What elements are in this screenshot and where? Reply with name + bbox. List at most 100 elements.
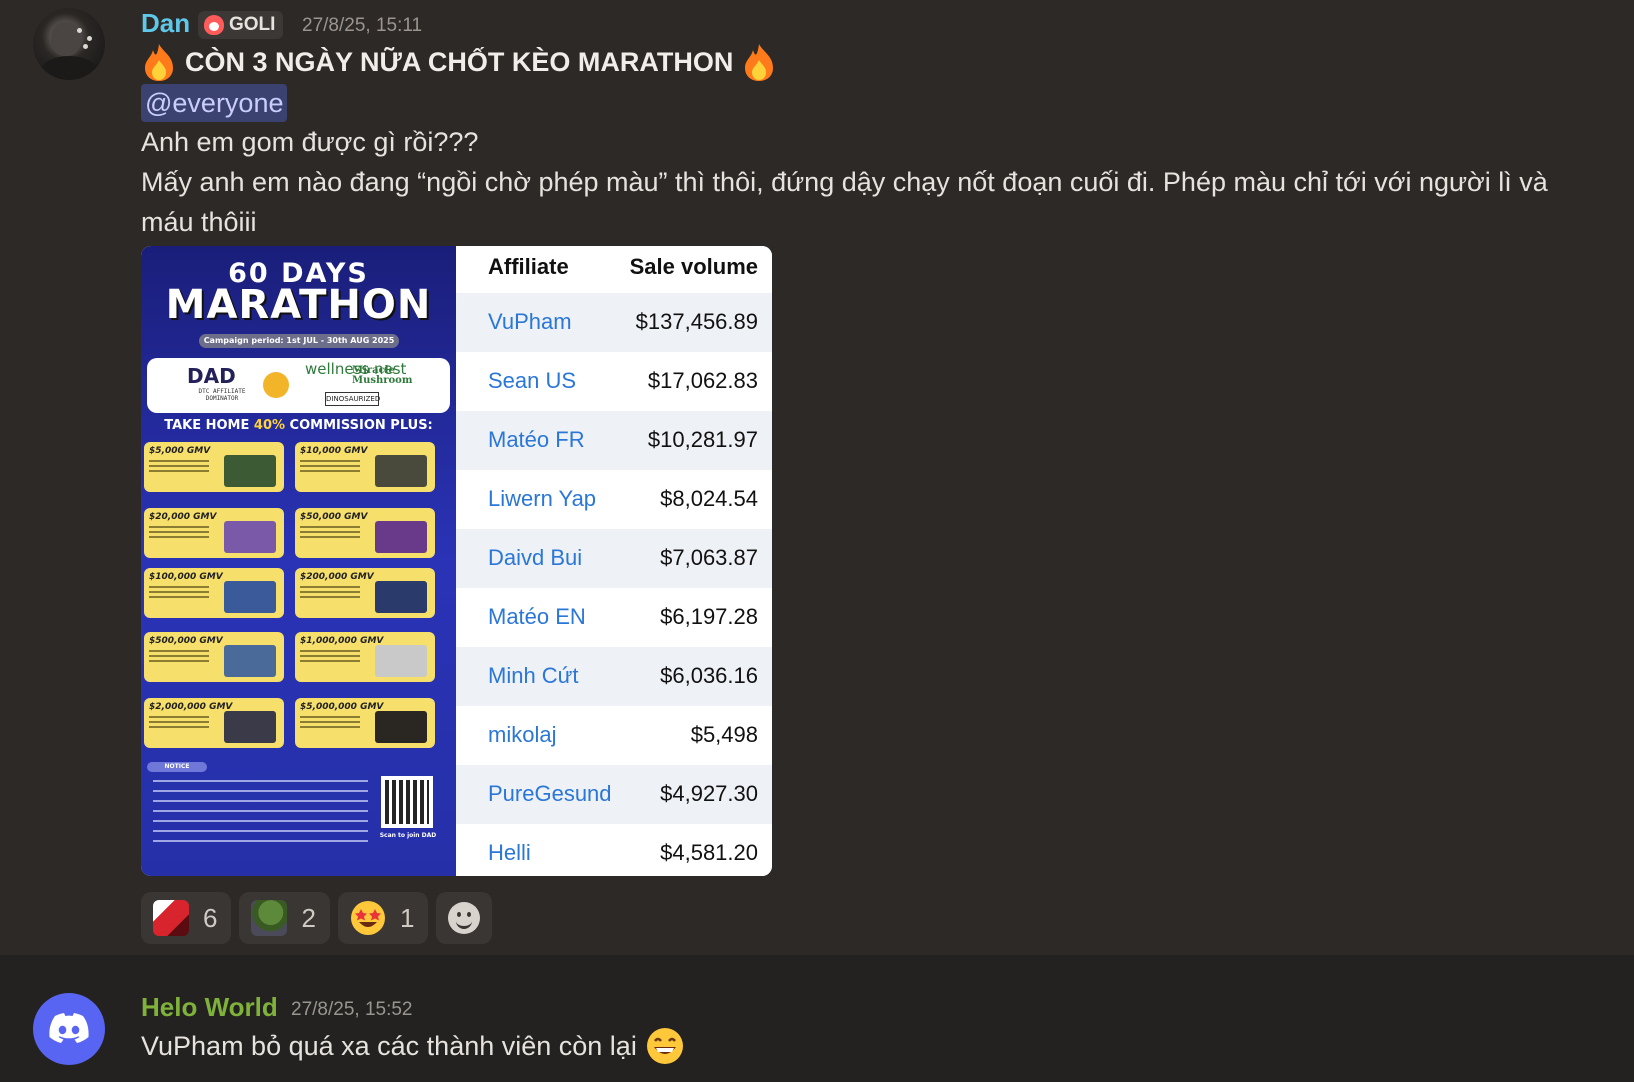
avatar-shoulder (41, 56, 97, 80)
reaction-button[interactable]: 2 (239, 892, 330, 944)
custom-photo-emoji-icon (153, 900, 189, 936)
author-avatar[interactable] (33, 993, 105, 1065)
server-tag[interactable]: GOLI (198, 11, 284, 39)
headline-text: CÒN 3 NGÀY NỮA CHỐT KÈO MARATHON (185, 46, 734, 77)
message-timestamp[interactable]: 27/8/25, 15:52 (291, 999, 413, 1021)
reward-card-lines (149, 716, 209, 718)
reward-products-image (375, 581, 427, 613)
add-reaction-button[interactable] (436, 892, 493, 944)
author-name[interactable]: Dan (141, 8, 190, 39)
fire-emoji-icon (745, 44, 774, 81)
reward-card-lines (300, 716, 360, 718)
poster-notice-label: NOTICE (147, 762, 207, 772)
reward-card: $20,000 GMV (144, 508, 284, 558)
reward-products-image (224, 645, 276, 677)
reward-card: $50,000 GMV (295, 508, 435, 558)
reward-card: $500,000 GMV (144, 632, 284, 682)
message-line-3: máu thôiii (141, 207, 257, 237)
affiliate-name: Liwern Yap (488, 486, 597, 511)
reward-card: $10,000 GMV (295, 442, 435, 492)
table-row: Sean US $17,062.83 (456, 352, 772, 411)
reward-card-title: $10,000 GMV (300, 446, 368, 456)
reward-card-lines (300, 460, 360, 462)
affiliate-name: Matéo FR (488, 427, 585, 452)
affiliate-name: mikolaj (488, 722, 557, 747)
commission-text-a: TAKE HOME (164, 418, 254, 433)
table-row: Matéo EN $6,197.28 (456, 588, 772, 647)
dad-logo-subtitle: DTC AFFILIATE DOMINATOR (198, 388, 246, 402)
leaderboard-table: Affiliate Sale volume VuPham $137,456.89 … (456, 246, 772, 876)
reward-card-title: $100,000 GMV (149, 572, 223, 582)
reward-card-lines (300, 650, 360, 652)
reward-products-image (375, 711, 427, 743)
fire-emoji-icon (145, 44, 173, 81)
reward-card: $5,000,000 GMV (295, 698, 435, 748)
table-row: Matéo FR $10,281.97 (456, 411, 772, 470)
reward-card-title: $200,000 GMV (300, 572, 374, 582)
table-header: Affiliate Sale volume (456, 246, 772, 293)
sale-volume: $10,281.97 (647, 427, 758, 452)
goli-icon (204, 15, 224, 35)
sale-volume: $4,581.20 (660, 840, 758, 865)
reaction-count: 6 (203, 902, 218, 933)
avatar-face (51, 22, 81, 56)
discord-logo-icon (49, 1013, 89, 1043)
marathon-poster: 60 DAYS MARATHON Campaign period: 1st JU… (141, 246, 456, 876)
commission-text-b: COMMISSION PLUS: (285, 418, 433, 433)
affiliate-name: VuPham (488, 309, 572, 334)
reward-products-image (375, 521, 427, 553)
sale-volume: $137,456.89 (635, 309, 758, 334)
message-timestamp[interactable]: 27/8/25, 15:11 (302, 15, 422, 37)
table-row: mikolaj $5,498 (456, 706, 772, 765)
reward-card: $1,000,000 GMV (295, 632, 435, 682)
table-row: Daivd Bui $7,063.87 (456, 529, 772, 588)
image-attachment[interactable]: 60 DAYS MARATHON Campaign period: 1st JU… (141, 246, 772, 876)
reaction-bar: 6 2 1 (141, 892, 493, 944)
poster-commission-line: TAKE HOME 40% COMMISSION PLUS: (141, 418, 456, 433)
notice-text-line (153, 790, 368, 792)
author-avatar[interactable] (33, 8, 105, 80)
author-name[interactable]: Helo World (141, 992, 278, 1023)
reaction-count: 1 (399, 902, 415, 933)
reward-card-title: $5,000,000 GMV (300, 702, 384, 712)
miracle-mushroom-logo: Miracle Mushroom (352, 365, 413, 386)
reward-card-lines (149, 460, 209, 462)
message-text: VuPham bỏ quá xa các thành viên còn lại (141, 1026, 685, 1066)
reward-products-image (224, 455, 276, 487)
reaction-button[interactable]: 1 (337, 892, 429, 944)
table-row: VuPham $137,456.89 (456, 293, 772, 352)
server-tag-label: GOLI (229, 14, 276, 35)
reward-card-lines (149, 586, 209, 588)
reward-products-image (375, 455, 427, 487)
qr-code (381, 776, 433, 828)
qr-scan-caption: Scan to join DAD (379, 832, 437, 839)
message-text-content: VuPham bỏ quá xa các thành viên còn lại (141, 1030, 637, 1061)
column-header-affiliate: Affiliate (488, 254, 569, 279)
sale-volume: $17,062.83 (647, 368, 758, 393)
pepe-frog-emoji-icon (251, 900, 288, 936)
reaction-count: 2 (301, 902, 316, 933)
sale-volume: $7,063.87 (660, 545, 758, 570)
reward-card: $100,000 GMV (144, 568, 284, 618)
affiliate-name: Minh Cứt (488, 663, 579, 688)
reward-products-image (224, 711, 276, 743)
reward-card-title: $500,000 GMV (149, 636, 223, 646)
table-row: PureGesund $4,927.30 (456, 765, 772, 824)
affiliate-name: Sean US (488, 368, 577, 393)
table-row: Helli $4,581.20 (456, 824, 772, 876)
column-header-sale-volume: Sale volume (629, 254, 758, 279)
grinning-emoji-icon (646, 1028, 683, 1064)
poster-brand-strip: DAD DTC AFFILIATE DOMINATOR wellness nes… (147, 358, 450, 413)
sale-volume: $6,036.16 (660, 663, 758, 688)
avatar-light (83, 44, 88, 49)
avatar-light (77, 28, 82, 33)
reward-card-title: $50,000 GMV (300, 512, 368, 522)
commission-percent: 40% (253, 418, 286, 433)
reaction-button[interactable]: 6 (141, 892, 232, 944)
everyone-mention[interactable]: @everyone (141, 84, 288, 122)
reward-card-title: $1,000,000 GMV (300, 636, 384, 646)
reward-card-lines (149, 650, 209, 652)
reward-card: $2,000,000 GMV (144, 698, 284, 748)
reward-card-lines (300, 526, 360, 528)
message-line-1: Anh em gom được gì rồi??? (141, 127, 479, 157)
